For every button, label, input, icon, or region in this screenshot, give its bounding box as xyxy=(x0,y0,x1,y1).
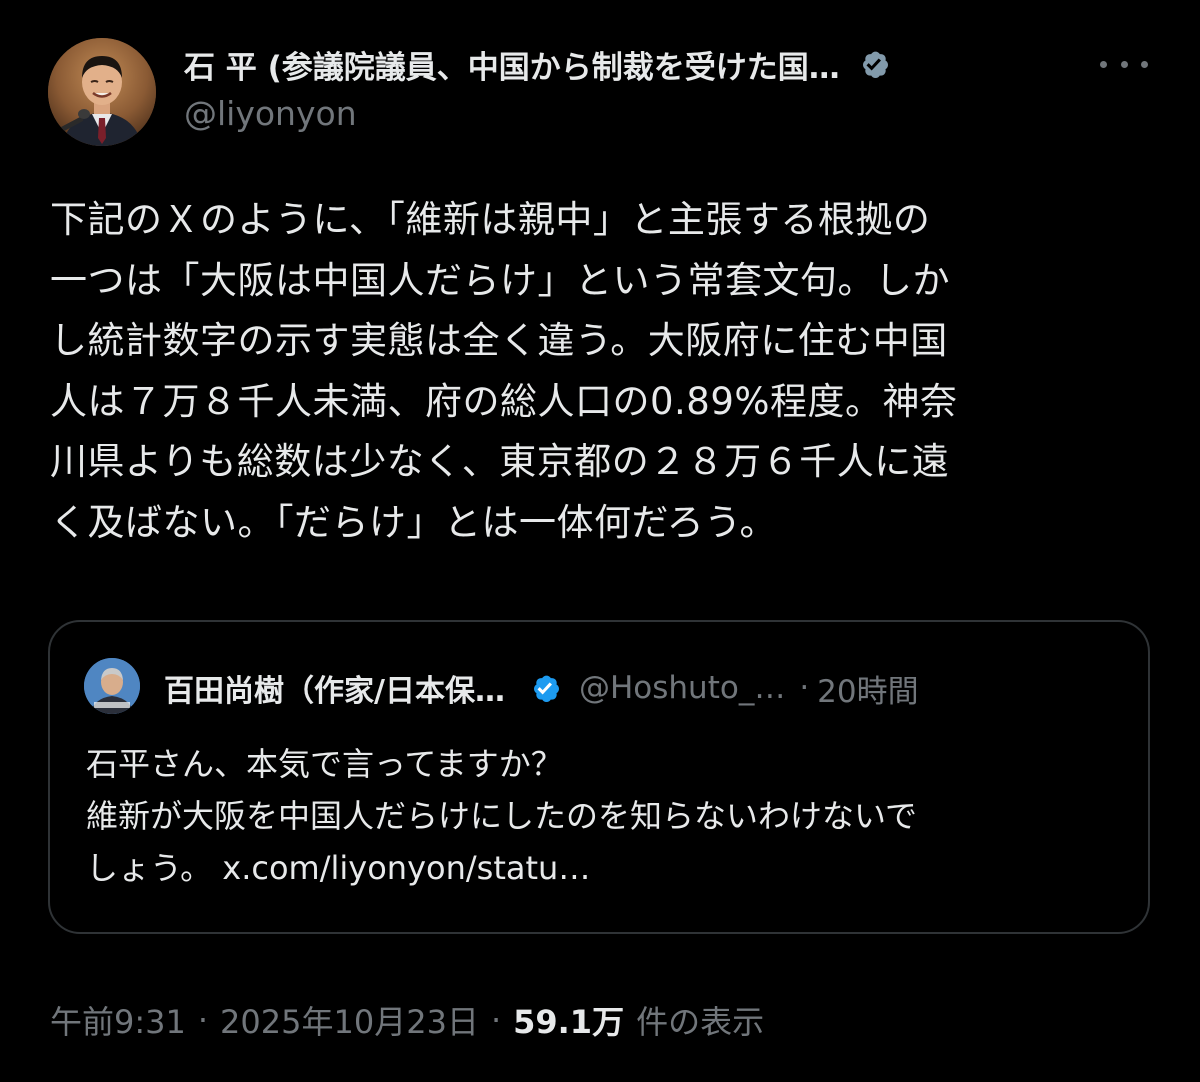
post-meta: 午前9:31 · 2025年10月23日 · 59.1万 件の表示 xyxy=(50,996,764,1044)
quoted-post-text: 石平さん、本気で言ってますか？ 維新が大阪を中国人だらけにしたのを知らないわけな… xyxy=(86,738,1126,894)
quoted-author-display-name[interactable]: 百田尚樹（作家/日本保… xyxy=(164,666,505,710)
quoted-post-time[interactable]: 20時間 xyxy=(817,666,918,711)
author-avatar-image xyxy=(48,38,156,146)
more-options-button[interactable] xyxy=(1100,48,1148,80)
quoted-post-card[interactable]: 百田尚樹（作家/日本保… @Hoshuto_… · 20時間 石平さん、本気で言… xyxy=(48,620,1150,934)
author-avatar[interactable] xyxy=(48,38,156,146)
quoted-post-link[interactable]: x.com/liyonyon/statu… xyxy=(222,849,590,887)
more-horizontal-icon-dot xyxy=(1120,60,1128,68)
quoted-post-header: 百田尚樹（作家/日本保… @Hoshuto_… · 20時間 xyxy=(164,666,1124,710)
quoted-meta-separator: · xyxy=(799,670,810,706)
author-name-row: 石 平 (参議院議員、中国から制裁を受けた国… xyxy=(184,40,1064,88)
meta-separator: · xyxy=(197,1001,209,1039)
author-handle[interactable]: @liyonyon xyxy=(184,94,1064,133)
verified-badge-icon[interactable] xyxy=(854,44,894,84)
meta-separator: · xyxy=(490,1001,502,1039)
quoted-author-avatar-image xyxy=(84,658,140,714)
more-horizontal-icon-dot xyxy=(1141,60,1148,68)
post: 石 平 (参議院議員、中国から制裁を受けた国… @liyonyon 下記のＸのよ… xyxy=(0,0,1200,1082)
post-date[interactable]: 2025年10月23日 xyxy=(220,997,479,1043)
author-display-name[interactable]: 石 平 (参議院議員、中国から制裁を受けた国… xyxy=(184,42,840,87)
author-block: 石 平 (参議院議員、中国から制裁を受けた国… @liyonyon xyxy=(184,40,1064,133)
verified-badge-icon[interactable] xyxy=(525,668,565,708)
post-time[interactable]: 午前9:31 xyxy=(50,997,186,1043)
post-text: 下記のＸのように、「維新は親中」と主張する根拠の 一つは「大阪は中国人だらけ」と… xyxy=(50,198,958,544)
quoted-author-avatar[interactable] xyxy=(84,658,140,714)
quoted-author-handle[interactable]: @Hoshuto_… xyxy=(579,670,785,706)
more-horizontal-icon-dot xyxy=(1100,60,1107,68)
views-count[interactable]: 59.1万 xyxy=(513,997,624,1043)
views-label: 件の表示 xyxy=(636,1003,765,1041)
